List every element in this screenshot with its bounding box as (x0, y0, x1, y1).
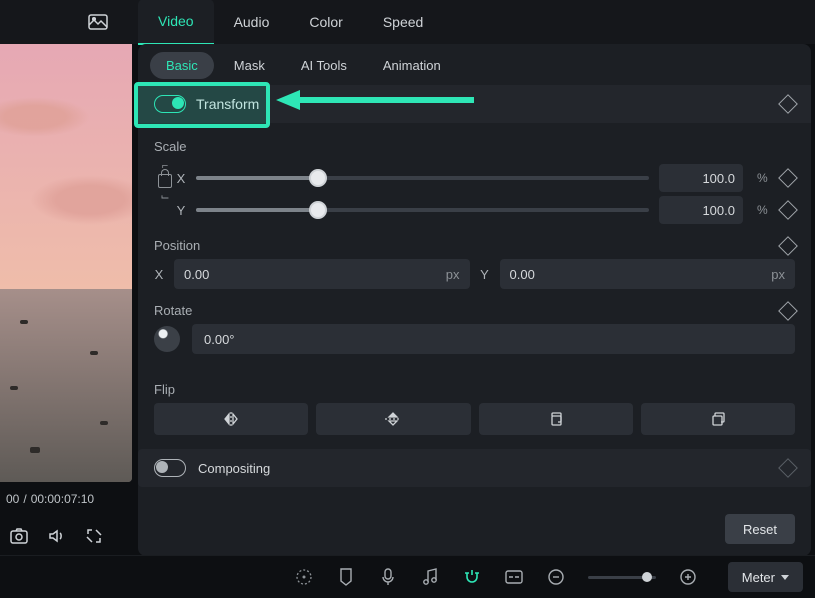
zoom-slider[interactable] (588, 576, 656, 579)
scale-lock-icon[interactable] (158, 174, 172, 188)
scale-x-keyframe-icon[interactable] (778, 168, 798, 188)
scale-x-slider[interactable] (196, 176, 649, 180)
position-x-field[interactable]: 0.00px (174, 259, 470, 289)
flip-copy1-button[interactable] (479, 403, 633, 435)
reset-button[interactable]: Reset (725, 514, 795, 544)
auto-enhance-icon[interactable] (294, 567, 314, 587)
position-label: Position (154, 238, 200, 253)
current-time: 00 (6, 492, 19, 506)
compositing-toggle[interactable] (154, 459, 186, 477)
rotate-label: Rotate (154, 303, 192, 318)
music-icon[interactable] (420, 567, 440, 587)
flip-horizontal-button[interactable] (154, 403, 308, 435)
tab-video[interactable]: Video (138, 0, 214, 45)
scale-y-value[interactable]: 100.0 (659, 196, 743, 224)
scale-x-value[interactable]: 100.0 (659, 164, 743, 192)
scale-y-slider[interactable] (196, 208, 649, 212)
subtab-animation[interactable]: Animation (367, 52, 457, 79)
caption-icon[interactable] (504, 567, 524, 587)
compositing-keyframe-icon[interactable] (778, 458, 798, 478)
scale-y-axis-label: Y (176, 203, 186, 218)
snapshot-icon[interactable] (10, 528, 28, 544)
zoom-in-icon[interactable] (678, 567, 698, 587)
transform-toggle[interactable] (154, 95, 186, 113)
tab-color[interactable]: Color (289, 0, 362, 44)
voiceover-icon[interactable] (378, 567, 398, 587)
flip-label: Flip (154, 382, 175, 397)
position-x-axis-label: X (154, 267, 164, 282)
flip-vertical-button[interactable] (316, 403, 470, 435)
position-keyframe-icon[interactable] (778, 236, 798, 256)
rotate-keyframe-icon[interactable] (778, 301, 798, 321)
subtab-ai-tools[interactable]: AI Tools (285, 52, 363, 79)
video-preview[interactable] (0, 44, 132, 482)
scale-x-axis-label: X (176, 171, 186, 186)
zoom-out-icon[interactable] (546, 567, 566, 587)
rotate-dial[interactable] (154, 326, 180, 352)
compositing-section-header[interactable]: Compositing (138, 449, 811, 487)
scale-label: Scale (154, 139, 187, 154)
compositing-label: Compositing (198, 461, 781, 476)
rotate-value-field[interactable]: 0.00° (192, 324, 795, 354)
magnet-icon[interactable] (462, 567, 482, 587)
image-thumbnail-icon[interactable] (78, 14, 118, 30)
tab-audio[interactable]: Audio (214, 0, 290, 44)
total-time: 00:00:07:10 (31, 492, 94, 506)
time-separator: / (23, 492, 26, 506)
scale-x-unit: % (757, 171, 771, 185)
transform-keyframe-icon[interactable] (778, 94, 798, 114)
meter-dropdown[interactable]: Meter (728, 562, 803, 592)
chevron-down-icon (781, 575, 789, 580)
volume-icon[interactable] (48, 528, 66, 544)
fullscreen-icon[interactable] (86, 528, 102, 544)
transform-section-header[interactable]: Transform (138, 85, 811, 123)
scale-y-unit: % (757, 203, 771, 217)
subtab-basic[interactable]: Basic (150, 52, 214, 79)
flip-copy2-button[interactable] (641, 403, 795, 435)
position-y-axis-label: Y (480, 267, 490, 282)
subtab-mask[interactable]: Mask (218, 52, 281, 79)
position-y-field[interactable]: 0.00px (500, 259, 796, 289)
marker-icon[interactable] (336, 567, 356, 587)
transform-title: Transform (196, 96, 781, 112)
tab-speed[interactable]: Speed (363, 0, 443, 44)
scale-y-keyframe-icon[interactable] (778, 200, 798, 220)
time-display: 00 / 00:00:07:10 (0, 482, 132, 516)
